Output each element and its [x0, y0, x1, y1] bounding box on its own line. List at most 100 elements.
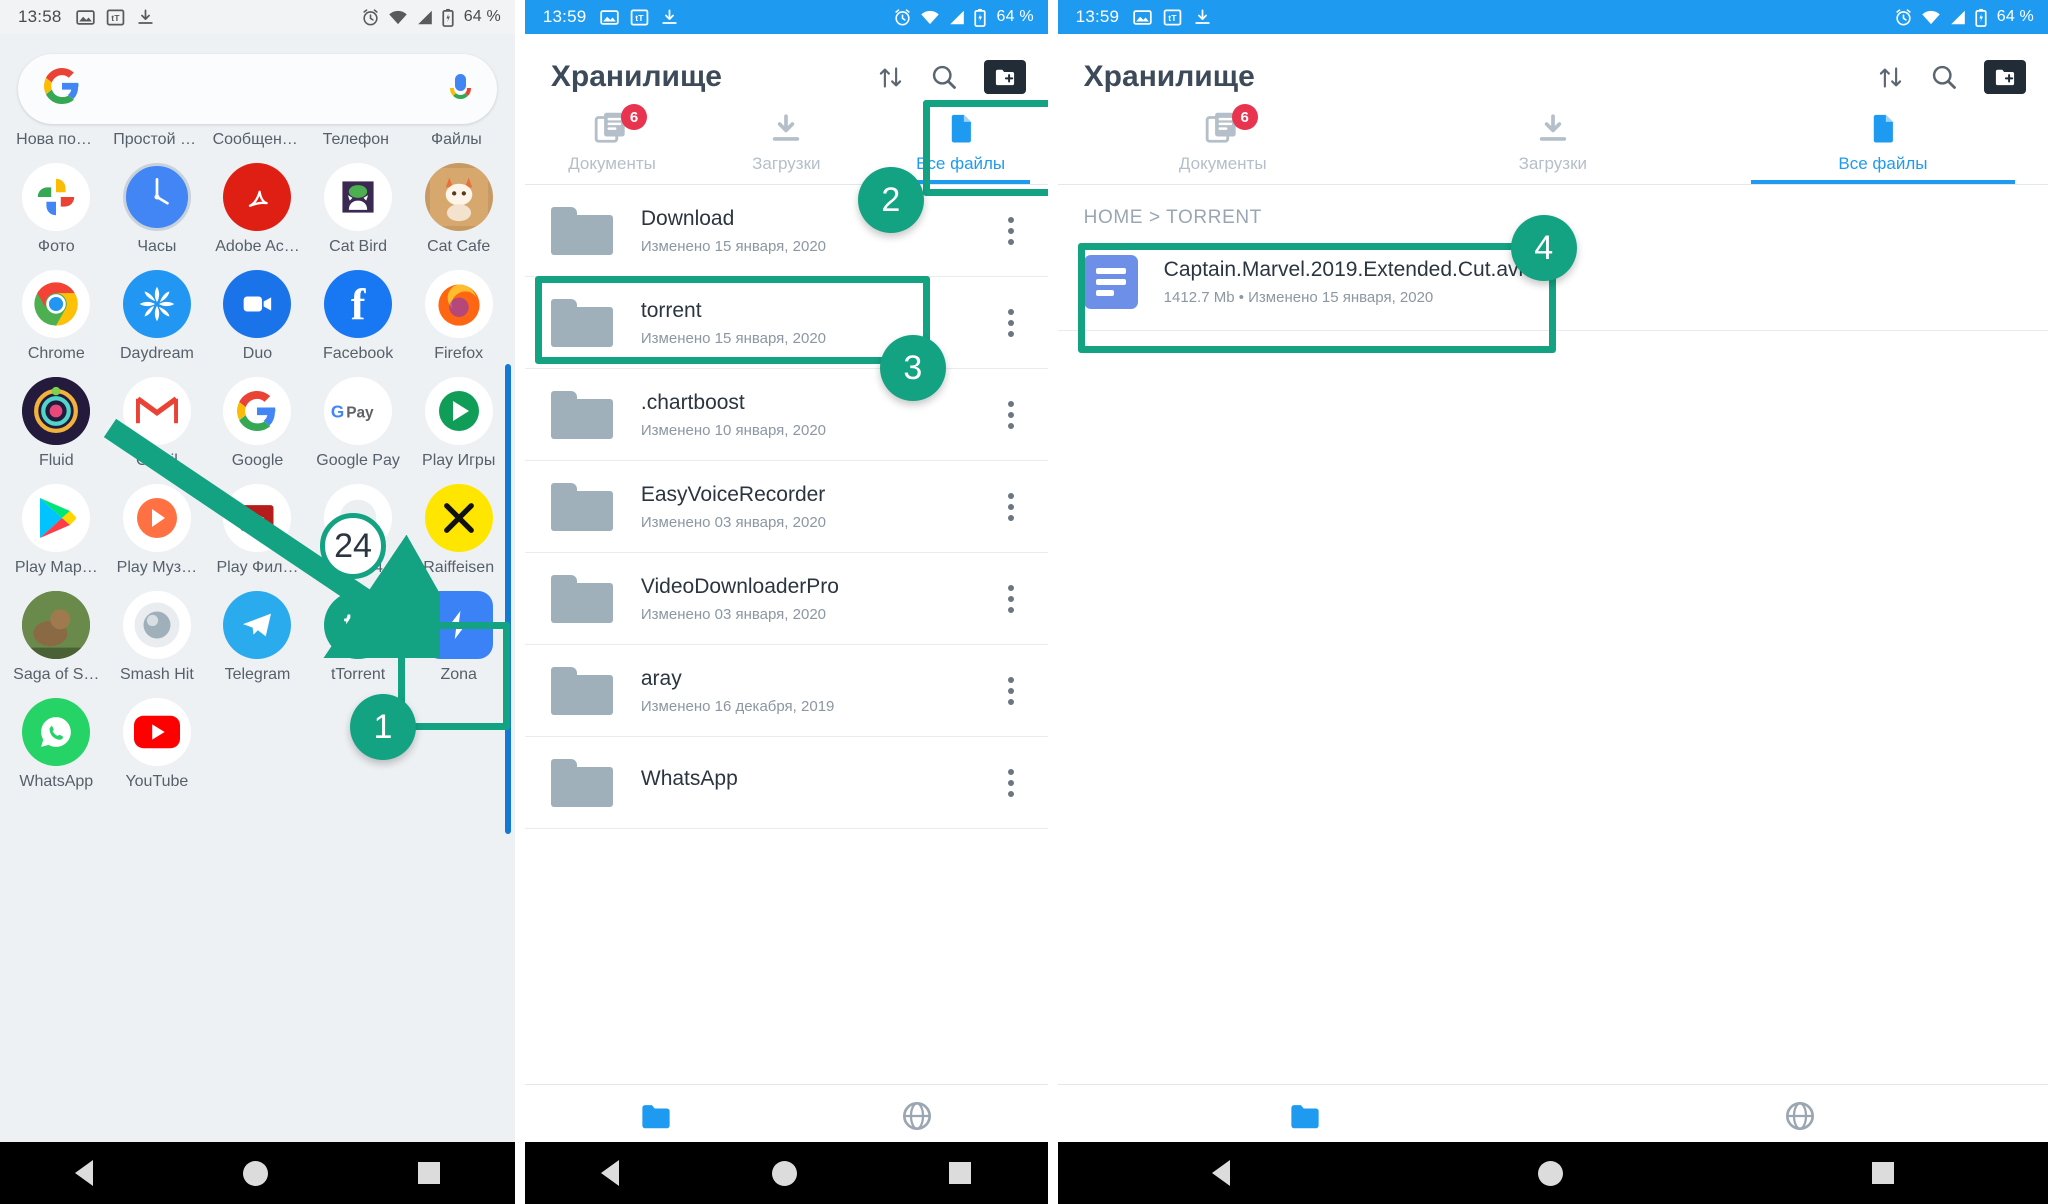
panel-divider-1	[514, 0, 525, 1204]
app-bar-actions	[877, 60, 1026, 94]
overflow-menu-icon[interactable]	[996, 216, 1026, 245]
folder-icon	[550, 666, 613, 715]
tt-icon: tT	[630, 8, 649, 27]
document-icon	[1083, 254, 1138, 309]
table-row[interactable]: WhatsApp	[524, 737, 1048, 829]
search-icon[interactable]	[930, 63, 958, 91]
table-row[interactable]: .chartboost Изменено 10 января, 2020	[524, 369, 1048, 461]
home-icon[interactable]	[242, 1160, 268, 1186]
app-google[interactable]: Google	[207, 377, 308, 470]
file-name: EasyVoiceRecorder	[640, 482, 826, 506]
play-music-icon	[122, 484, 191, 552]
google-photos-icon	[22, 163, 91, 231]
mic-icon[interactable]	[449, 72, 471, 106]
dock-label-1: Простой …	[113, 131, 196, 148]
overflow-menu-icon[interactable]	[996, 584, 1026, 613]
app-telegram[interactable]: Telegram	[207, 591, 308, 684]
android-nav-bar-1	[0, 1142, 515, 1204]
tt-icon: tT	[106, 8, 125, 27]
ttorrent-icon: tT	[324, 591, 393, 659]
app-google-pay[interactable]: G Pay Google Pay	[308, 377, 409, 470]
sort-icon[interactable]	[877, 64, 904, 91]
recents-icon[interactable]	[949, 1162, 972, 1184]
app-youtube[interactable]: YouTube	[107, 698, 208, 791]
app-adobe-acrobat[interactable]: Adobe Ac…	[207, 163, 308, 256]
file-texts: Captain.Marvel.2019.Extended.Cut.avi 141…	[1164, 258, 2026, 306]
home-icon[interactable]	[771, 1160, 797, 1186]
tab-label: Загрузки	[752, 154, 821, 173]
home-icon[interactable]	[1538, 1160, 1564, 1186]
app-grid-row-1: Фото Часы Adobe Ac… Cat Bird Cat Cafe	[0, 149, 515, 256]
file-texts: .chartboost Изменено 10 января, 2020	[641, 391, 996, 439]
overflow-menu-icon[interactable]	[996, 400, 1026, 429]
app-ttorrent[interactable]: tT tTorrent	[308, 591, 409, 684]
file-texts: aray Изменено 16 декабря, 2019	[641, 667, 996, 715]
app-smash-hit[interactable]: Smash Hit	[107, 591, 208, 684]
tab-documents[interactable]: 6 Документы	[1058, 102, 1388, 184]
app-raiffeisen[interactable]: Raiffeisen	[408, 484, 509, 577]
app-daydream[interactable]: Daydream	[107, 270, 208, 363]
back-icon[interactable]	[601, 1160, 620, 1186]
sort-icon[interactable]	[1877, 64, 1904, 91]
clock-icon	[122, 163, 191, 231]
android-nav-bar-2	[524, 1142, 1048, 1204]
back-icon[interactable]	[1211, 1160, 1230, 1186]
tab-downloads[interactable]: Загрузки	[1388, 106, 1718, 184]
recents-icon[interactable]	[1871, 1162, 1894, 1184]
overflow-menu-icon[interactable]	[996, 768, 1026, 797]
cat-bird-icon	[324, 163, 393, 231]
file-meta: Изменено 15 января, 2020	[640, 237, 827, 255]
table-row[interactable]: VideoDownloaderPro Изменено 03 января, 2…	[524, 553, 1048, 645]
table-row[interactable]: aray Изменено 16 декабря, 2019	[524, 645, 1048, 737]
overflow-menu-icon[interactable]	[996, 308, 1026, 337]
recents-icon[interactable]	[417, 1162, 440, 1184]
status-left-icons: tT	[75, 8, 155, 27]
add-icon[interactable]	[1984, 60, 2026, 94]
app-play-store[interactable]: Play Мар…	[6, 484, 107, 577]
overflow-menu-icon[interactable]	[996, 676, 1026, 705]
tab-downloads[interactable]: Загрузки	[699, 106, 873, 184]
tab-documents[interactable]: 6 Документы	[525, 102, 699, 184]
app-fluid[interactable]: Fluid	[6, 377, 107, 470]
app-label: WhatsApp	[19, 773, 94, 790]
app-play-games[interactable]: Play Игры	[408, 377, 509, 470]
app-flud[interactable]: Zona	[408, 591, 509, 684]
overflow-menu-icon[interactable]	[996, 492, 1026, 521]
app-play-music[interactable]: Play Муз…	[107, 484, 208, 577]
app-label: Facebook	[322, 345, 394, 362]
search-icon[interactable]	[1930, 63, 1958, 91]
app-cat-bird[interactable]: Cat Bird	[308, 163, 409, 256]
launcher-scrollbar[interactable]	[504, 364, 511, 834]
battery-icon	[1975, 8, 1987, 27]
firefox-icon	[424, 270, 493, 338]
app-label: Raiffeisen	[423, 559, 495, 576]
app-firefox[interactable]: Firefox	[408, 270, 509, 363]
app-play-movies[interactable]: Play Фил…	[207, 484, 308, 577]
app-facebook[interactable]: f Facebook	[308, 270, 409, 363]
app-photos[interactable]: Фото	[6, 163, 107, 256]
back-icon[interactable]	[74, 1160, 93, 1186]
app-chrome[interactable]: Chrome	[6, 270, 107, 363]
app-gmail[interactable]: Gmail	[107, 377, 208, 470]
table-row[interactable]: EasyVoiceRecorder Изменено 03 января, 20…	[524, 461, 1048, 553]
app-label: Часы	[137, 238, 177, 255]
annotation-badge-1: 1	[350, 694, 416, 760]
tab-all-files[interactable]: Все файлы	[1718, 106, 2048, 184]
file-meta: Изменено 15 января, 2020	[640, 329, 827, 347]
daydream-icon	[122, 270, 191, 338]
play-store-icon	[22, 484, 91, 552]
file-name: torrent	[640, 298, 702, 322]
app-duo[interactable]: Duo	[207, 270, 308, 363]
table-row[interactable]: Download Изменено 15 января, 2020	[524, 185, 1048, 277]
documents-icon: 6	[593, 104, 648, 146]
app-whatsapp[interactable]: WhatsApp	[6, 698, 107, 791]
file-meta: Изменено 03 января, 2020	[640, 513, 827, 531]
file-name: VideoDownloaderPro	[640, 574, 839, 598]
svg-text:Pay: Pay	[346, 404, 374, 421]
add-icon[interactable]	[983, 60, 1026, 94]
app-cat-cafe[interactable]: Cat Cafe	[408, 163, 509, 256]
table-row[interactable]: torrent Изменено 15 января, 2020	[524, 277, 1048, 369]
google-search-bar[interactable]	[18, 54, 497, 124]
app-clock[interactable]: Часы	[107, 163, 208, 256]
app-saga[interactable]: Saga of S…	[6, 591, 107, 684]
